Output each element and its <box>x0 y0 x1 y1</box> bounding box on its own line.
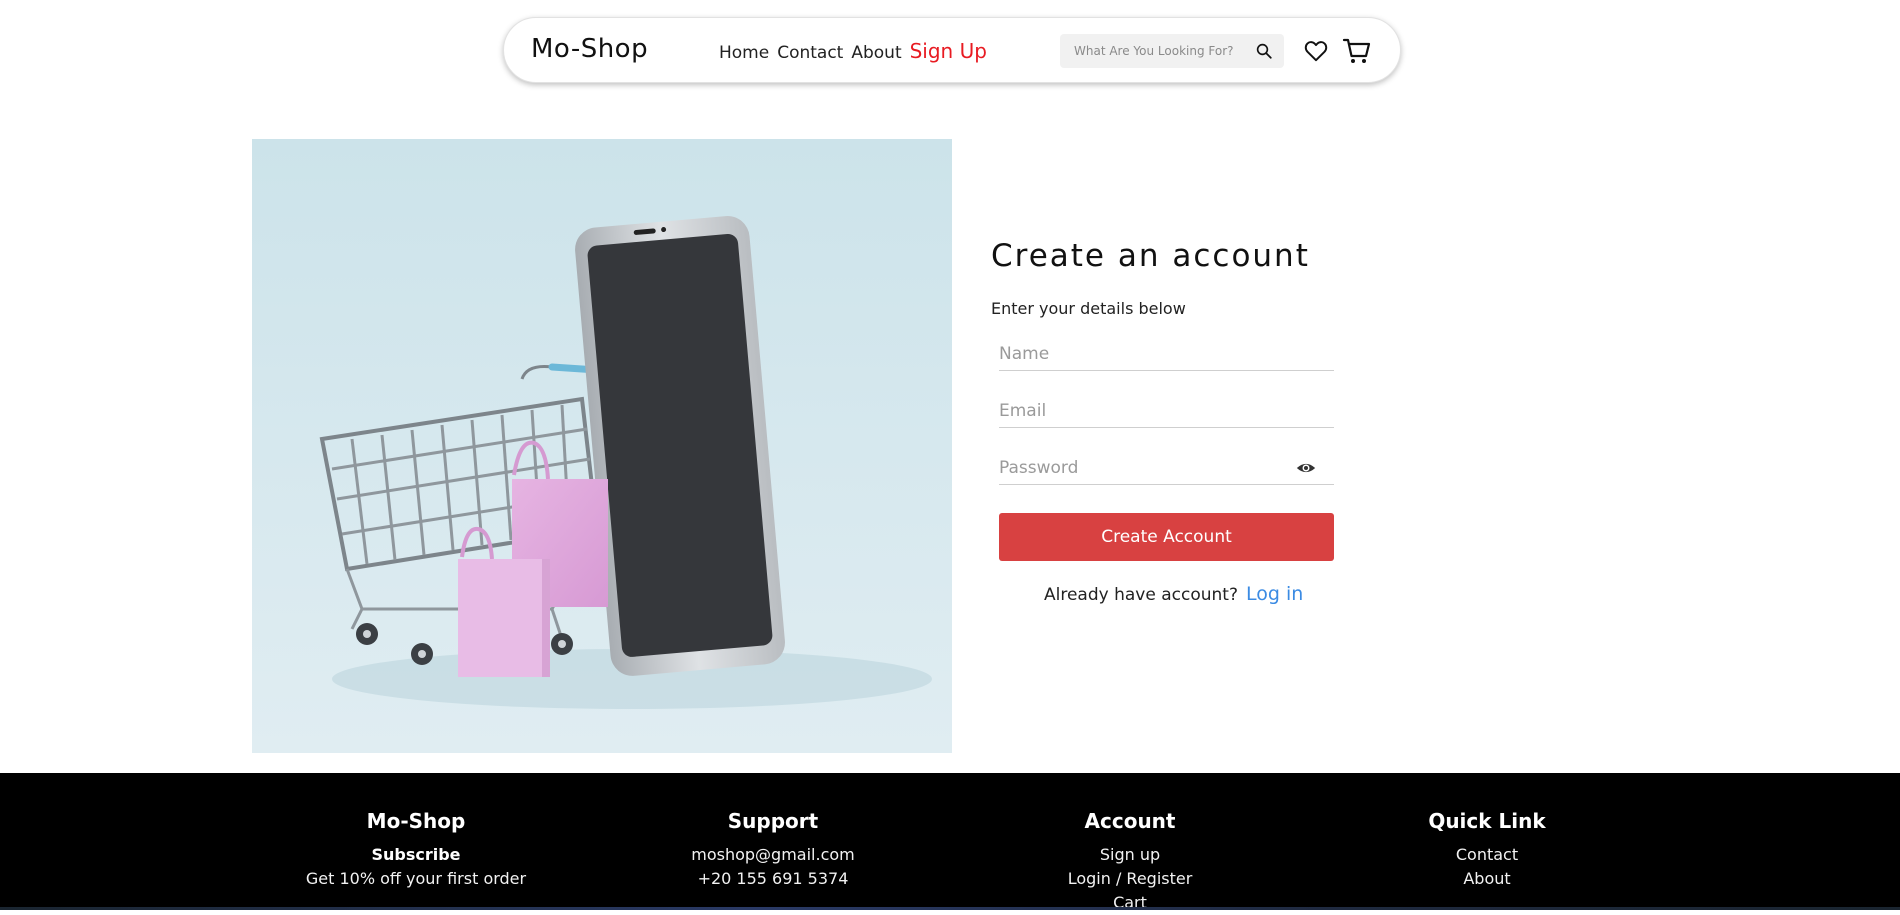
nav-link-contact[interactable]: Contact <box>777 43 843 63</box>
email-field[interactable] <box>999 396 1334 426</box>
footer-col-support: Support moshop@gmail.com +20 155 691 537… <box>623 809 923 891</box>
footer-phone[interactable]: +20 155 691 5374 <box>623 867 923 891</box>
footer-col-brand: Mo-Shop Subscribe Get 10% off your first… <box>266 809 566 891</box>
footer-col-account: Account Sign up Login / Register Cart <box>980 809 1280 915</box>
footer-col-title: Quick Link <box>1428 809 1546 833</box>
navbar: Mo-Shop Home Contact About Sign Up <box>503 17 1401 83</box>
password-field[interactable] <box>999 453 1334 483</box>
heart-icon[interactable] <box>1303 38 1329 64</box>
brand-logo[interactable]: Mo-Shop <box>531 34 648 64</box>
login-link[interactable]: Log in <box>1246 583 1303 605</box>
footer-offer-text: Get 10% off your first order <box>305 869 527 888</box>
login-row: Already have account? Log in <box>1044 583 1303 605</box>
footer-link-sign-up[interactable]: Sign up <box>980 843 1280 867</box>
name-field[interactable] <box>999 339 1334 369</box>
footer-link-login-register[interactable]: Login / Register <box>980 867 1280 891</box>
nav-link-about[interactable]: About <box>851 43 901 63</box>
search-input[interactable] <box>1074 34 1249 68</box>
footer-email[interactable]: moshop@gmail.com <box>623 843 923 867</box>
cart-icon[interactable] <box>1341 35 1373 67</box>
nav-links: Home Contact About Sign Up <box>719 39 987 63</box>
password-field-wrapper <box>999 453 1334 485</box>
create-account-button[interactable]: Create Account <box>999 513 1334 561</box>
footer-col-title: Support <box>727 809 819 833</box>
form-subtitle: Enter your details below <box>991 299 1186 318</box>
nav-link-sign-up[interactable]: Sign Up <box>910 39 987 63</box>
shopping-cart-phone-illustration <box>252 139 952 753</box>
search-icon[interactable] <box>1255 42 1273 60</box>
login-prompt: Already have account? <box>1044 585 1238 605</box>
footer-col-title: Account <box>1084 809 1176 833</box>
name-field-wrapper <box>999 339 1334 371</box>
form-title: Create an account <box>991 238 1310 274</box>
footer-link-contact[interactable]: Contact <box>1337 843 1637 867</box>
footer-col-quick-link: Quick Link Contact About <box>1337 809 1637 891</box>
footer-link-cart[interactable]: Cart <box>980 891 1280 915</box>
footer-col-title: Mo-Shop <box>366 809 466 833</box>
email-field-wrapper <box>999 396 1334 428</box>
footer-subscribe[interactable]: Subscribe <box>266 843 566 867</box>
eye-icon[interactable] <box>1296 460 1316 476</box>
hero-image <box>252 139 952 753</box>
footer-link-about[interactable]: About <box>1337 867 1637 891</box>
nav-link-home[interactable]: Home <box>719 43 769 63</box>
search-box <box>1060 34 1284 68</box>
footer: Mo-Shop Subscribe Get 10% off your first… <box>0 773 1900 912</box>
